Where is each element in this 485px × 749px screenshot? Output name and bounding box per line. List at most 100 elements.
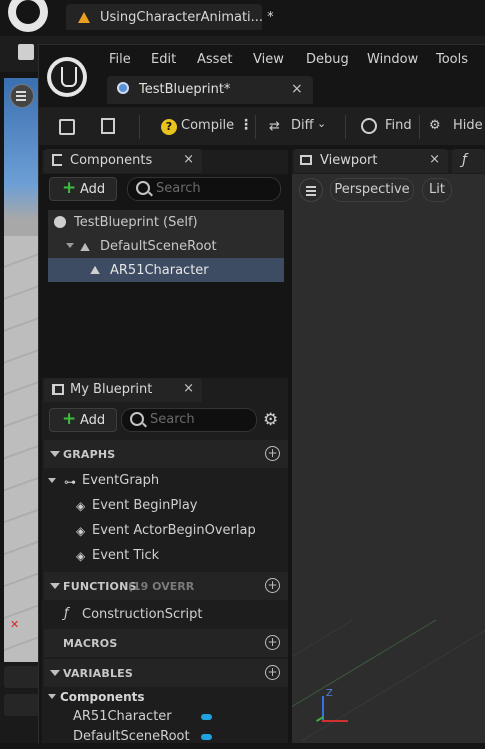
hide-unrelated-label: Hide U (453, 118, 485, 133)
add-function-icon[interactable]: + (265, 578, 280, 593)
event-graph-icon: ⊶ (64, 475, 76, 489)
expand-arrow-icon (50, 451, 60, 457)
menu-debug[interactable]: Debug (306, 52, 349, 67)
components-add-button[interactable]: + Add (49, 177, 117, 201)
expand-arrow-icon (50, 670, 60, 676)
event-beginplay-label: Event BeginPlay (92, 498, 198, 513)
save-icon[interactable] (59, 119, 75, 135)
my-blueprint-search-input[interactable]: Search (121, 408, 257, 432)
components-search-placeholder: Search (156, 181, 201, 196)
add-graph-icon[interactable]: + (265, 446, 280, 461)
event-beginplay-item[interactable]: ◈ Event BeginPlay (44, 494, 288, 518)
tab-construction-script[interactable]: ƒ (452, 149, 485, 173)
event-graph-label: EventGraph (82, 473, 160, 488)
blueprint-toolbar: ? Compile ⋮ ⇄ Diff ⌄ Find ⚙ Hide U (39, 107, 485, 145)
background-bottom-panel (0, 662, 40, 743)
menu-window[interactable]: Window (367, 52, 418, 67)
components-close-icon[interactable]: × (183, 152, 194, 167)
variable-ar51character-label: AR51Character (73, 709, 172, 724)
scene-component-icon: ⛰ (80, 240, 91, 254)
variable-defaultsceneroot[interactable]: DefaultSceneRoot (44, 725, 288, 749)
my-blueprint-add-button[interactable]: + Add (49, 408, 117, 432)
chevron-down-icon: ⌄ (317, 117, 327, 130)
find-button[interactable]: Find (357, 113, 413, 139)
variables-section-header[interactable]: VARIABLES + (44, 659, 288, 687)
perspective-button[interactable]: Perspective (330, 178, 414, 202)
background-viewport: ✕ (4, 78, 40, 668)
axis-gizmo-icon: ✕ (10, 618, 20, 631)
event-icon: ◈ (76, 549, 86, 563)
settings-gear-icon[interactable]: ⚙ (263, 410, 278, 430)
tree-item-default-scene-root[interactable]: ⛰ DefaultSceneRoot (48, 234, 284, 258)
components-search-input[interactable]: Search (127, 177, 281, 201)
tab-components[interactable]: Components × (44, 149, 202, 173)
tree-item-ar51character[interactable]: ⛰ AR51Character (48, 258, 284, 282)
unreal-logo[interactable] (8, 0, 48, 32)
collapse-arrow-icon[interactable] (48, 694, 56, 699)
menu-asset[interactable]: Asset (197, 52, 233, 67)
document-tab-close-icon[interactable]: × (291, 81, 303, 97)
browse-icon[interactable] (101, 118, 115, 134)
graphs-header-label: GRAPHS (63, 448, 116, 461)
tab-viewport[interactable]: Viewport × (294, 149, 448, 173)
menu-view[interactable]: View (253, 52, 284, 67)
viewport-tab-label: Viewport (320, 153, 378, 168)
tab-my-blueprint[interactable]: My Blueprint × (44, 378, 202, 402)
blueprint-self-icon (54, 216, 66, 228)
event-icon: ◈ (76, 524, 86, 538)
diff-label: Diff (291, 118, 314, 133)
hamburger-icon (306, 186, 316, 188)
functions-section-header[interactable]: FUNCTIONS (19 OVERR + (44, 572, 288, 600)
tree-item-default-scene-root-label: DefaultSceneRoot (100, 239, 217, 254)
tree-item-self[interactable]: TestBlueprint (Self) (48, 210, 284, 234)
construction-script-item[interactable]: ƒ ConstructionScript (44, 603, 288, 627)
axis-z-label: Z (326, 688, 333, 699)
event-tick-item[interactable]: ◈ Event Tick (44, 544, 288, 568)
functions-override-note: (19 OVERR (128, 580, 195, 593)
viewport-close-icon[interactable]: × (429, 152, 440, 167)
tab-testblueprint[interactable]: TestBlueprint* × (107, 76, 313, 104)
add-variable-icon[interactable]: + (265, 665, 280, 680)
diff-button[interactable]: ⇄ Diff ⌄ (267, 113, 329, 139)
collapse-arrow-icon[interactable] (48, 478, 56, 483)
tree-item-self-label: TestBlueprint (Self) (74, 215, 198, 230)
menu-bar: File Edit Asset View Debug Window Tools (39, 45, 485, 75)
my-blueprint-close-icon[interactable]: × (183, 381, 194, 396)
variables-header-label: VARIABLES (63, 667, 133, 680)
book-icon (52, 384, 64, 395)
viewport-icon (300, 155, 312, 165)
graphs-section-header[interactable]: GRAPHS + (44, 440, 288, 468)
menu-file[interactable]: File (109, 52, 131, 67)
add-macro-icon[interactable]: + (265, 635, 280, 650)
warning-icon (78, 11, 90, 23)
viewport-options-button[interactable] (299, 178, 323, 202)
object-type-pill-icon (201, 714, 212, 720)
save-icon[interactable] (18, 44, 34, 60)
components-tab-label: Components (70, 153, 153, 168)
collapse-arrow-icon[interactable] (66, 243, 74, 248)
compile-label: Compile (181, 118, 235, 133)
components-icon (52, 154, 62, 166)
blueprint-icon (117, 82, 129, 94)
menu-edit[interactable]: Edit (151, 52, 176, 67)
find-icon (361, 118, 377, 134)
function-icon: ƒ (462, 152, 467, 168)
functions-header-label: FUNCTIONS (63, 580, 137, 593)
macros-section-header[interactable]: MACROS + (44, 629, 288, 657)
event-icon: ◈ (76, 499, 86, 513)
search-icon (130, 412, 144, 426)
compile-options-icon[interactable]: ⋮ (239, 117, 253, 133)
scene-component-icon: ⛰ (90, 263, 101, 277)
lit-button[interactable]: Lit (422, 178, 452, 202)
construction-script-label: ConstructionScript (82, 607, 203, 622)
hide-unrelated-icon: ⚙ (429, 118, 441, 133)
menu-tools[interactable]: Tools (436, 52, 468, 67)
event-actorbeginoverlap-item[interactable]: ◈ Event ActorBeginOverlap (44, 519, 288, 543)
event-graph-item[interactable]: ⊶ EventGraph (44, 469, 288, 493)
axis-gizmo: Z (314, 688, 360, 724)
compile-button[interactable]: ? Compile (153, 113, 245, 139)
background-level-tab[interactable]: UsingCharacterAnimati... * (66, 4, 274, 30)
hide-unrelated-button[interactable]: ⚙ Hide U (427, 113, 485, 139)
tree-item-ar51character-label: AR51Character (110, 263, 209, 278)
expand-arrow-icon (50, 583, 60, 589)
